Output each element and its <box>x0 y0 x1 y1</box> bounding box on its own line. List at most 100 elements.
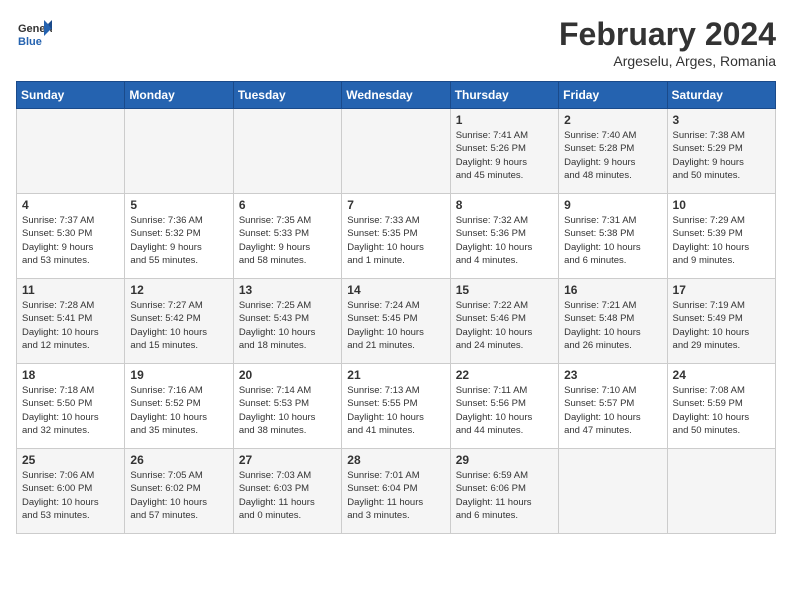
day-info: Sunrise: 7:16 AM Sunset: 5:52 PM Dayligh… <box>130 384 227 437</box>
day-info: Sunrise: 7:28 AM Sunset: 5:41 PM Dayligh… <box>22 299 119 352</box>
day-number: 13 <box>239 283 336 297</box>
day-info: Sunrise: 7:29 AM Sunset: 5:39 PM Dayligh… <box>673 214 770 267</box>
day-info: Sunrise: 7:11 AM Sunset: 5:56 PM Dayligh… <box>456 384 553 437</box>
day-info: Sunrise: 7:37 AM Sunset: 5:30 PM Dayligh… <box>22 214 119 267</box>
calendar-cell: 16 Sunrise: 7:21 AM Sunset: 5:48 PM Dayli… <box>559 279 667 364</box>
day-number: 4 <box>22 198 119 212</box>
calendar-cell <box>17 109 125 194</box>
calendar-week-5: 25Sunrise: 7:06 AM Sunset: 6:00 PM Dayli… <box>17 449 776 534</box>
day-number: 27 <box>239 453 336 467</box>
day-info: Sunrise: 7:38 AM Sunset: 5:29 PM Dayligh… <box>673 129 770 182</box>
calendar-cell: 29 Sunrise: 6:59 AM Sunset: 6:06 PM Dayli… <box>450 449 558 534</box>
calendar-week-3: 11 Sunrise: 7:28 AM Sunset: 5:41 PM Dayli… <box>17 279 776 364</box>
day-info: Sunrise: 7:21 AM Sunset: 5:48 PM Dayligh… <box>564 299 661 352</box>
day-number: 8 <box>456 198 553 212</box>
calendar-cell: 27 Sunrise: 7:03 AM Sunset: 6:03 PM Dayli… <box>233 449 341 534</box>
day-info: Sunrise: 7:14 AM Sunset: 5:53 PM Dayligh… <box>239 384 336 437</box>
day-header-sunday: Sunday <box>17 82 125 109</box>
calendar-cell: 26Sunrise: 7:05 AM Sunset: 6:02 PM Dayli… <box>125 449 233 534</box>
day-number: 25 <box>22 453 119 467</box>
calendar-week-1: 1 Sunrise: 7:41 AM Sunset: 5:26 PM Daylig… <box>17 109 776 194</box>
day-header-wednesday: Wednesday <box>342 82 450 109</box>
day-number: 26 <box>130 453 227 467</box>
calendar-cell: 24 Sunrise: 7:08 AM Sunset: 5:59 PM Dayli… <box>667 364 775 449</box>
calendar-cell: 8Sunrise: 7:32 AM Sunset: 5:36 PM Daylig… <box>450 194 558 279</box>
day-header-friday: Friday <box>559 82 667 109</box>
calendar-cell: 6 Sunrise: 7:35 AM Sunset: 5:33 PM Daylig… <box>233 194 341 279</box>
day-info: Sunrise: 7:25 AM Sunset: 5:43 PM Dayligh… <box>239 299 336 352</box>
day-number: 6 <box>239 198 336 212</box>
day-info: Sunrise: 7:19 AM Sunset: 5:49 PM Dayligh… <box>673 299 770 352</box>
day-info: Sunrise: 7:41 AM Sunset: 5:26 PM Dayligh… <box>456 129 553 182</box>
day-header-tuesday: Tuesday <box>233 82 341 109</box>
day-number: 29 <box>456 453 553 467</box>
calendar-week-2: 4 Sunrise: 7:37 AM Sunset: 5:30 PM Daylig… <box>17 194 776 279</box>
calendar-cell: 4 Sunrise: 7:37 AM Sunset: 5:30 PM Daylig… <box>17 194 125 279</box>
day-number: 14 <box>347 283 444 297</box>
calendar-cell: 2 Sunrise: 7:40 AM Sunset: 5:28 PM Daylig… <box>559 109 667 194</box>
day-info: Sunrise: 7:03 AM Sunset: 6:03 PM Dayligh… <box>239 469 336 522</box>
day-number: 9 <box>564 198 661 212</box>
day-info: Sunrise: 7:31 AM Sunset: 5:38 PM Dayligh… <box>564 214 661 267</box>
calendar-cell: 14 Sunrise: 7:24 AM Sunset: 5:45 PM Dayli… <box>342 279 450 364</box>
logo-icon: General Blue <box>16 16 52 52</box>
day-number: 20 <box>239 368 336 382</box>
day-info: Sunrise: 7:13 AM Sunset: 5:55 PM Dayligh… <box>347 384 444 437</box>
day-number: 10 <box>673 198 770 212</box>
logo: General Blue <box>16 16 52 52</box>
calendar-cell <box>125 109 233 194</box>
day-number: 12 <box>130 283 227 297</box>
calendar-cell <box>559 449 667 534</box>
location-title: Argeselu, Arges, Romania <box>559 53 776 69</box>
calendar-cell: 5 Sunrise: 7:36 AM Sunset: 5:32 PM Daylig… <box>125 194 233 279</box>
day-info: Sunrise: 7:24 AM Sunset: 5:45 PM Dayligh… <box>347 299 444 352</box>
calendar-cell: 18Sunrise: 7:18 AM Sunset: 5:50 PM Dayli… <box>17 364 125 449</box>
calendar-cell: 28 Sunrise: 7:01 AM Sunset: 6:04 PM Dayli… <box>342 449 450 534</box>
day-header-saturday: Saturday <box>667 82 775 109</box>
day-number: 24 <box>673 368 770 382</box>
day-info: Sunrise: 7:33 AM Sunset: 5:35 PM Dayligh… <box>347 214 444 267</box>
calendar-cell: 21 Sunrise: 7:13 AM Sunset: 5:55 PM Dayli… <box>342 364 450 449</box>
calendar-cell: 20 Sunrise: 7:14 AM Sunset: 5:53 PM Dayli… <box>233 364 341 449</box>
day-info: Sunrise: 7:01 AM Sunset: 6:04 PM Dayligh… <box>347 469 444 522</box>
day-header-monday: Monday <box>125 82 233 109</box>
day-number: 11 <box>22 283 119 297</box>
day-number: 28 <box>347 453 444 467</box>
day-number: 7 <box>347 198 444 212</box>
day-number: 23 <box>564 368 661 382</box>
day-number: 2 <box>564 113 661 127</box>
header: General Blue February 2024 Argeselu, Arg… <box>16 16 776 69</box>
calendar-cell: 12 Sunrise: 7:27 AM Sunset: 5:42 PM Dayli… <box>125 279 233 364</box>
calendar-cell: 11 Sunrise: 7:28 AM Sunset: 5:41 PM Dayli… <box>17 279 125 364</box>
title-area: February 2024 Argeselu, Arges, Romania <box>559 16 776 69</box>
day-number: 1 <box>456 113 553 127</box>
calendar-cell: 22 Sunrise: 7:11 AM Sunset: 5:56 PM Dayli… <box>450 364 558 449</box>
calendar-cell: 10 Sunrise: 7:29 AM Sunset: 5:39 PM Dayli… <box>667 194 775 279</box>
day-number: 5 <box>130 198 227 212</box>
calendar-table: SundayMondayTuesdayWednesdayThursdayFrid… <box>16 81 776 534</box>
day-info: Sunrise: 7:40 AM Sunset: 5:28 PM Dayligh… <box>564 129 661 182</box>
day-number: 3 <box>673 113 770 127</box>
day-number: 15 <box>456 283 553 297</box>
day-number: 18 <box>22 368 119 382</box>
day-header-thursday: Thursday <box>450 82 558 109</box>
day-number: 19 <box>130 368 227 382</box>
day-number: 22 <box>456 368 553 382</box>
calendar-cell: 25Sunrise: 7:06 AM Sunset: 6:00 PM Dayli… <box>17 449 125 534</box>
day-info: Sunrise: 6:59 AM Sunset: 6:06 PM Dayligh… <box>456 469 553 522</box>
calendar-cell: 9 Sunrise: 7:31 AM Sunset: 5:38 PM Daylig… <box>559 194 667 279</box>
calendar-cell: 15 Sunrise: 7:22 AM Sunset: 5:46 PM Dayli… <box>450 279 558 364</box>
calendar-cell: 7 Sunrise: 7:33 AM Sunset: 5:35 PM Daylig… <box>342 194 450 279</box>
calendar-cell: 3 Sunrise: 7:38 AM Sunset: 5:29 PM Daylig… <box>667 109 775 194</box>
calendar-cell <box>233 109 341 194</box>
day-info: Sunrise: 7:35 AM Sunset: 5:33 PM Dayligh… <box>239 214 336 267</box>
calendar-cell: 17Sunrise: 7:19 AM Sunset: 5:49 PM Dayli… <box>667 279 775 364</box>
day-info: Sunrise: 7:27 AM Sunset: 5:42 PM Dayligh… <box>130 299 227 352</box>
day-info: Sunrise: 7:08 AM Sunset: 5:59 PM Dayligh… <box>673 384 770 437</box>
calendar-cell: 13 Sunrise: 7:25 AM Sunset: 5:43 PM Dayli… <box>233 279 341 364</box>
day-info: Sunrise: 7:22 AM Sunset: 5:46 PM Dayligh… <box>456 299 553 352</box>
day-number: 16 <box>564 283 661 297</box>
calendar-cell <box>342 109 450 194</box>
day-number: 21 <box>347 368 444 382</box>
day-info: Sunrise: 7:36 AM Sunset: 5:32 PM Dayligh… <box>130 214 227 267</box>
